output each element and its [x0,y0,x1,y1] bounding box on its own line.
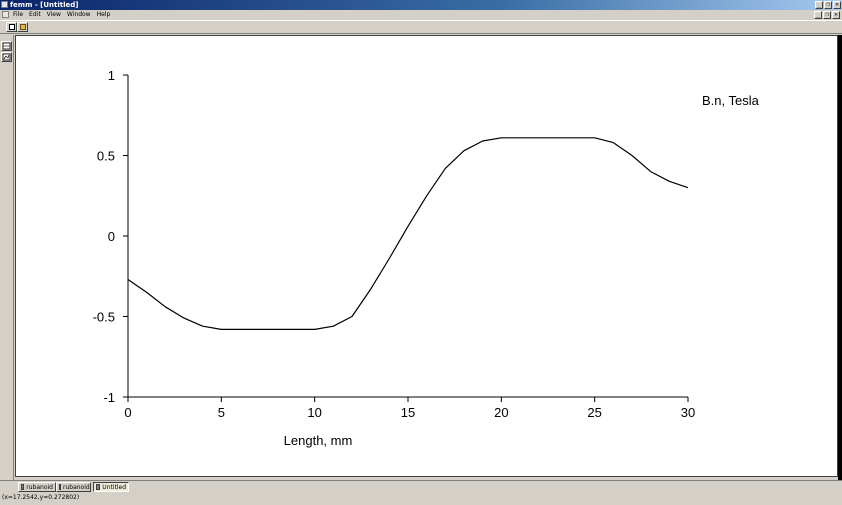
window-title: femm - [Untitled] [10,1,79,9]
menu-view[interactable]: View [47,10,61,20]
menu-bar: File Edit View Window Help _ ❐ ✕ [0,10,842,20]
app-icon[interactable] [1,1,8,8]
x-tick-label: 5 [218,405,225,420]
doc-restore-button[interactable]: ❐ [823,11,831,19]
window-edge [838,35,842,480]
plot-area[interactable]: 0 5 10 15 20 25 30 1 0.5 0 -0.5 -1 Length, mm B.n, … [15,35,838,477]
restore-button[interactable]: ❐ [824,1,832,9]
output-icon [59,484,61,490]
tab-label: Untitled [102,483,126,491]
ticks: 0 5 10 15 20 25 30 1 0.5 0 -0.5 -1 [93,68,696,420]
status-bar: (x=17.2542,y=0.272802) [0,492,842,505]
menu-file[interactable]: File [13,10,23,20]
window-caption-buttons: _ ❐ ✕ [815,1,841,9]
side-tool-button-1[interactable] [1,41,12,51]
chart-canvas: 0 5 10 15 20 25 30 1 0.5 0 -0.5 -1 Length, mm B.n, … [93,68,760,448]
table-icon [2,42,11,50]
axes [127,75,688,398]
x-tick-label: 0 [124,405,131,420]
new-file-icon [8,24,15,30]
cursor-coordinates: (x=17.2542,y=0.272802) [2,494,80,501]
side-toolbar [0,35,14,480]
document-tab-bar: rubanoid rubanoid Untitled [0,480,842,492]
x-axis-label: Length, mm [284,433,353,448]
legend-label: B.n, Tesla [702,93,760,108]
document-caption-buttons: _ ❐ ✕ [814,11,840,19]
side-tool-button-2[interactable] [1,52,12,62]
tab-rubanoid-model[interactable]: rubanoid [18,482,56,492]
tab-label: rubanoid [26,483,53,491]
y-tick-label: -0.5 [93,310,115,325]
tab-untitled-plot[interactable]: Untitled [93,482,129,492]
menu-help[interactable]: Help [97,10,111,20]
doc-minimize-button[interactable]: _ [814,11,822,19]
x-tick-label: 25 [587,405,601,420]
toolbar [0,20,842,34]
document-icon[interactable] [2,11,9,18]
x-tick-label: 10 [307,405,321,420]
minimize-button[interactable]: _ [815,1,823,9]
close-button[interactable]: ✕ [833,1,841,9]
doc-close-button[interactable]: ✕ [832,11,840,19]
x-tick-label: 20 [494,405,508,420]
menu-window[interactable]: Window [67,10,91,20]
series-line [127,137,689,330]
tab-rubanoid-output[interactable]: rubanoid [56,482,91,492]
magnetics-icon [21,484,25,490]
new-file-button[interactable] [6,22,17,32]
x-tick-label: 30 [681,405,695,420]
series-layer [127,137,689,330]
open-file-button[interactable] [17,22,28,32]
graph-icon [2,53,11,61]
y-tick-label: 0.5 [97,149,115,164]
x-tick-label: 15 [401,405,415,420]
menu-edit[interactable]: Edit [29,10,41,20]
tab-label: rubanoid [63,483,90,491]
open-folder-icon [19,24,26,30]
y-tick-label: 0 [108,229,115,244]
y-tick-label: -1 [103,390,115,405]
plot-icon [96,484,101,490]
y-tick-label: 1 [108,68,115,83]
title-bar[interactable]: femm - [Untitled] _ ❐ ✕ [0,0,842,10]
